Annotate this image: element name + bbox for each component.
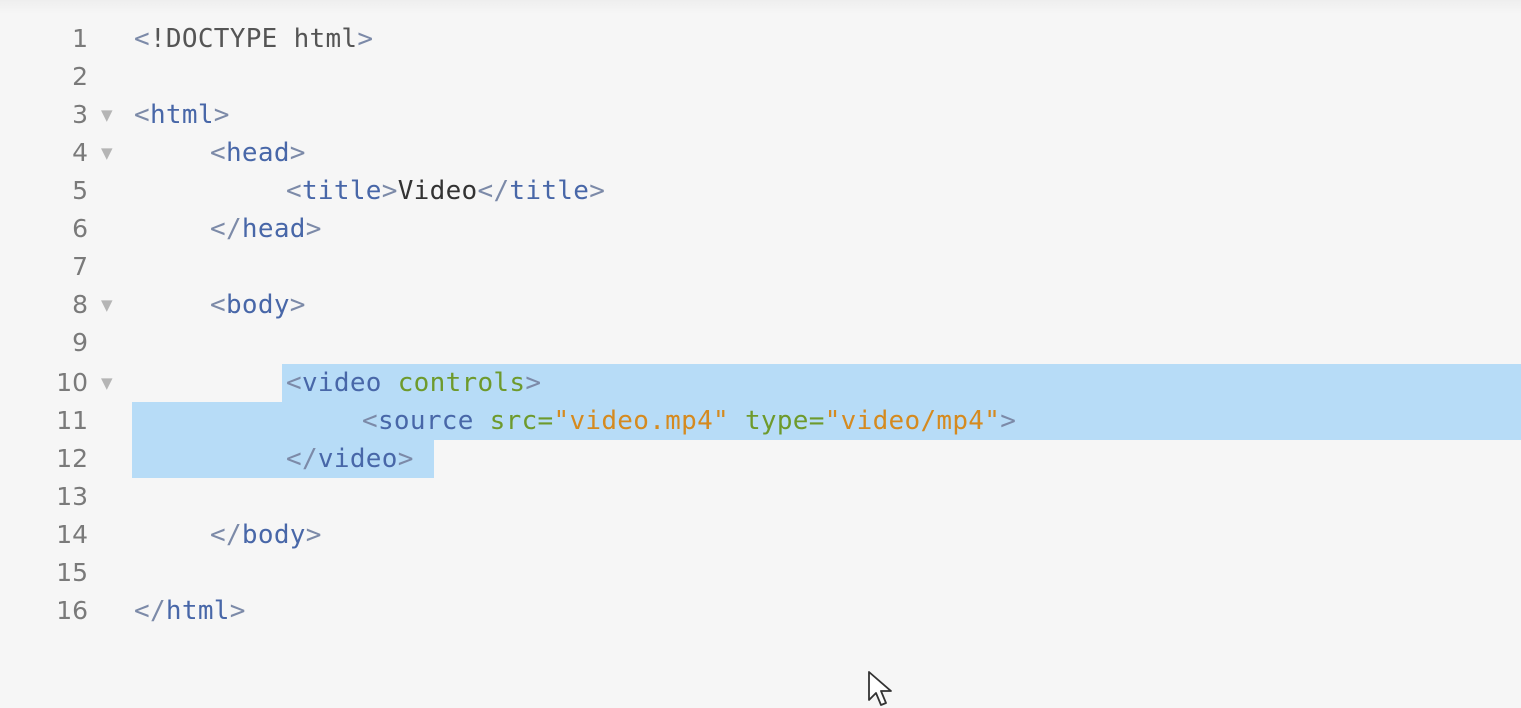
token-attribute: type=: [728, 406, 825, 436]
token-bracket: </: [210, 214, 242, 244]
code-line[interactable]: 9: [0, 324, 1521, 362]
line-code: <head>: [210, 134, 306, 172]
line-number: 5: [72, 176, 88, 205]
token-attribute: controls: [381, 368, 526, 398]
token-tag: head: [225, 138, 290, 168]
token-bracket: >: [397, 444, 414, 474]
token-string: "video/mp4": [824, 406, 1001, 436]
token-bracket: <: [286, 368, 302, 398]
code-line-selected[interactable]: 11 <source src="video.mp4" type="video/m…: [0, 402, 1521, 440]
token-bracket: >: [229, 596, 246, 626]
token-string: "video.mp4": [553, 406, 729, 436]
token-doctype: !DOCTYPE: [149, 24, 278, 54]
token-tag: body: [241, 520, 306, 550]
token-bracket: </: [134, 596, 166, 626]
line-code: <source src="video.mp4" type="video/mp4"…: [362, 402, 1016, 440]
line-number: 7: [72, 252, 88, 281]
code-line[interactable]: 15: [0, 554, 1521, 592]
token-bracket: >: [305, 520, 322, 550]
token-tag: title: [509, 176, 590, 206]
token-tag: source: [377, 406, 474, 436]
token-bracket: </: [286, 444, 318, 474]
line-code: <title>Video</title>: [286, 172, 605, 210]
token-tag: body: [225, 290, 290, 320]
line-number: 2: [72, 62, 88, 91]
token-bracket: <: [362, 406, 378, 436]
token-bracket: >: [589, 176, 606, 206]
token-bracket: >: [289, 290, 306, 320]
line-number: 8: [72, 290, 88, 319]
line-number: 10: [56, 368, 88, 397]
token-bracket: >: [357, 24, 374, 54]
fold-toggle-icon[interactable]: ▼: [101, 96, 113, 134]
token-tag: video: [317, 444, 398, 474]
line-number: 16: [56, 596, 88, 625]
line-code: </head>: [210, 210, 322, 248]
token-bracket: >: [305, 214, 322, 244]
line-number: 6: [72, 214, 88, 243]
fold-toggle-icon[interactable]: ▼: [101, 364, 113, 402]
line-code: <!DOCTYPE html>: [134, 20, 373, 58]
token-bracket: <: [134, 100, 150, 130]
token-tag: title: [301, 176, 382, 206]
mouse-pointer-icon: [868, 671, 892, 706]
token-bracket: </: [210, 520, 242, 550]
line-number: 3: [72, 100, 88, 129]
code-line[interactable]: 6 </head>: [0, 210, 1521, 248]
line-number: 14: [56, 520, 88, 549]
token-attribute: src=: [473, 406, 554, 436]
code-line[interactable]: 14 </body>: [0, 516, 1521, 554]
token-bracket: >: [1000, 406, 1017, 436]
code-line-selected[interactable]: 10 ▼ <video controls>: [0, 364, 1521, 402]
line-number: 13: [56, 482, 88, 511]
line-number: 1: [72, 24, 88, 53]
token-bracket: <: [210, 290, 226, 320]
token-doctype-html: html: [277, 24, 358, 54]
fold-toggle-icon[interactable]: ▼: [101, 286, 113, 324]
code-line[interactable]: 13: [0, 478, 1521, 516]
token-bracket: >: [525, 368, 542, 398]
line-number: 12: [56, 444, 88, 473]
token-bracket: <: [286, 176, 302, 206]
code-line[interactable]: 1 <!DOCTYPE html>: [0, 20, 1521, 58]
line-code: <body>: [210, 286, 306, 324]
token-bracket: >: [289, 138, 306, 168]
token-tag: html: [149, 100, 214, 130]
token-bracket: <: [134, 24, 150, 54]
token-bracket: >: [213, 100, 230, 130]
token-bracket: </: [477, 176, 510, 206]
line-code: <video controls>: [286, 364, 541, 402]
code-line[interactable]: 5 <title>Video</title>: [0, 172, 1521, 210]
token-bracket: >: [381, 176, 398, 206]
line-number: 9: [72, 328, 88, 357]
token-tag: head: [241, 214, 306, 244]
code-line[interactable]: 8 ▼ <body>: [0, 286, 1521, 324]
fold-toggle-icon[interactable]: ▼: [101, 134, 113, 172]
token-tag: html: [165, 596, 230, 626]
token-text: Video: [397, 176, 478, 206]
code-line[interactable]: 2: [0, 58, 1521, 96]
line-number: 4: [72, 138, 88, 167]
code-line[interactable]: 16 </html>: [0, 592, 1521, 630]
line-code: <html>: [134, 96, 230, 134]
line-number: 15: [56, 558, 88, 587]
line-code: </html>: [134, 592, 246, 630]
line-code: </body>: [210, 516, 322, 554]
code-line-selected[interactable]: 12 </video>: [0, 440, 1521, 478]
line-number: 11: [56, 406, 88, 435]
code-line[interactable]: 7: [0, 248, 1521, 286]
line-code: </video>: [286, 440, 414, 478]
code-line[interactable]: 3 ▼ <html>: [0, 96, 1521, 134]
token-tag: video: [301, 368, 382, 398]
token-bracket: <: [210, 138, 226, 168]
code-editor[interactable]: 1 <!DOCTYPE html> 2 3 ▼ <html> 4 ▼ <head…: [0, 0, 1521, 708]
code-line[interactable]: 4 ▼ <head>: [0, 134, 1521, 172]
